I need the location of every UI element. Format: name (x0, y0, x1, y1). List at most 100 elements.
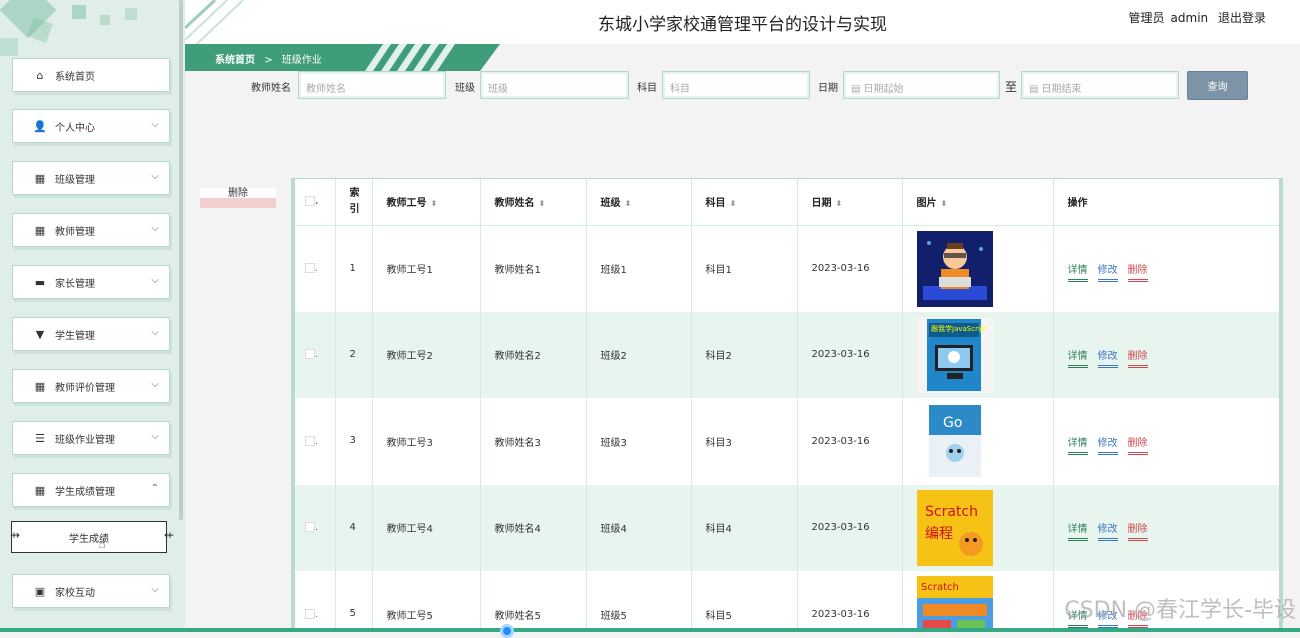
teacher-id-header[interactable]: 教师工号⬍ (372, 179, 480, 225)
breadcrumb-home[interactable]: 系统首页 (215, 55, 255, 66)
row-checkbox[interactable] (305, 522, 315, 532)
row-checkbox[interactable] (305, 436, 315, 446)
row-subject: 科目3 (691, 398, 797, 485)
teacher-name-input[interactable]: 教师姓名 (298, 71, 446, 99)
table-row: .2教师工号2教师姓名2班级2科目22023-03-16跟我学JavaScrip… (295, 312, 1279, 399)
detail-link[interactable]: 详情 (1068, 265, 1088, 282)
edit-link[interactable]: 修改 (1098, 265, 1118, 282)
class-header-label: 班级 (601, 198, 621, 209)
query-button[interactable]: 查询 (1187, 71, 1248, 100)
batch-delete-button[interactable]: 删除 (200, 188, 276, 208)
image-header[interactable]: 图片⬍ (902, 179, 1053, 225)
row-image[interactable]: Scratch (917, 576, 1039, 632)
class-input[interactable]: 班级 (480, 71, 629, 99)
detail-link[interactable]: 详情 (1068, 524, 1088, 541)
sidebar-item-5[interactable]: ▼学生管理⌵ (12, 317, 170, 351)
home-icon: ⌂ (33, 69, 47, 82)
sidebar-item-label: 学生成绩管理 (55, 483, 115, 498)
row-subject: 科目5 (691, 571, 797, 632)
grid-icon: ▦ (33, 224, 47, 237)
grid-icon: ▦ (33, 172, 47, 185)
row-checkbox[interactable] (305, 609, 315, 619)
row-checkbox[interactable] (305, 349, 315, 359)
logout-link[interactable]: 退出登录 (1218, 11, 1266, 25)
sidebar-subitem-student-scores[interactable]: ⇸ 学生成绩 ⇷ (11, 521, 167, 553)
row-image[interactable] (917, 231, 1039, 307)
flag-icon: ▼ (33, 328, 47, 341)
date-header-label: 日期 (812, 198, 832, 209)
sidebar-item-1[interactable]: 👤个人中心⌵ (12, 109, 170, 143)
row-select-cell: . (295, 225, 335, 312)
sidebar-item-3[interactable]: ▦教师管理⌵ (12, 213, 170, 247)
delete-link[interactable]: 删除 (1128, 438, 1148, 455)
row-class: 班级1 (586, 225, 691, 312)
sort-icon: ⬍ (730, 199, 737, 208)
date-end-input[interactable]: ▤日期结束 (1021, 71, 1179, 99)
row-teacher-name: 教师姓名3 (480, 398, 586, 485)
sidebar-item-4[interactable]: ▬家长管理⌵ (12, 265, 170, 299)
row-teacher-id: 教师工号5 (372, 571, 480, 632)
row-index: 5 (335, 571, 372, 632)
sidebar-item-2[interactable]: ▦班级管理⌵ (12, 161, 170, 195)
select-all-cell: . (295, 179, 335, 225)
chat-icon: ▬ (33, 276, 47, 289)
breadcrumb-text: 系统首页 > 班级作业 (215, 51, 322, 66)
date-header[interactable]: 日期⬍ (797, 179, 902, 225)
row-image[interactable]: Go (917, 403, 1039, 479)
date-start-input[interactable]: ▤日期起始 (843, 71, 1000, 99)
scroll-indicator[interactable] (500, 624, 514, 638)
row-ops: 详情修改删除 (1053, 225, 1279, 312)
chevron-down-icon: ⌵ (151, 584, 159, 595)
row-date: 2023-03-16 (797, 398, 902, 485)
sidebar-decoration (72, 5, 86, 19)
sidebar-item-7[interactable]: ☰班级作业管理⌵ (12, 421, 170, 455)
select-all-checkbox[interactable] (305, 196, 315, 206)
sidebar-item-9[interactable]: ▣家校互动⌵ (12, 574, 170, 608)
chevron-up-icon: ⌃ (151, 483, 159, 494)
class-header[interactable]: 班级⬍ (586, 179, 691, 225)
teacher-name-header[interactable]: 教师姓名⬍ (480, 179, 586, 225)
sidebar-item-label: 系统首页 (55, 68, 95, 83)
row-image[interactable]: Scratch编程 (917, 490, 1039, 566)
sidebar-item-label: 班级作业管理 (55, 431, 115, 446)
row-teacher-name: 教师姓名4 (480, 485, 586, 572)
date-label: 日期 (818, 79, 838, 94)
sidebar: ⌂系统首页👤个人中心⌵▦班级管理⌵▦教师管理⌵▬家长管理⌵▼学生管理⌵▦教师评价… (0, 0, 185, 632)
delete-link[interactable]: 删除 (1128, 524, 1148, 541)
edit-link[interactable]: 修改 (1098, 351, 1118, 368)
date-end-placeholder: 日期结束 (1041, 84, 1081, 95)
breadcrumb-separator: > (264, 55, 272, 66)
subject-label: 科目 (637, 79, 657, 94)
subject-placeholder: 科目 (670, 84, 690, 95)
row-teacher-id: 教师工号2 (372, 312, 480, 399)
delete-link[interactable]: 删除 (1128, 351, 1148, 368)
row-teacher-name: 教师姓名5 (480, 571, 586, 632)
svg-text:Go: Go (943, 415, 962, 431)
row-teacher-id: 教师工号3 (372, 398, 480, 485)
chevron-down-icon: ⌵ (151, 275, 159, 286)
user-icon: 👤 (33, 120, 47, 133)
watermark: CSDN @春江学长-毕设 (1064, 592, 1296, 624)
sidebar-item-0[interactable]: ⌂ 系统首页 (12, 58, 170, 92)
chevron-down-icon: ⌵ (151, 171, 159, 182)
row-teacher-id: 教师工号4 (372, 485, 480, 572)
row-checkbox[interactable] (305, 263, 315, 273)
edit-link[interactable]: 修改 (1098, 524, 1118, 541)
sidebar-item-6[interactable]: ▦教师评价管理⌵ (12, 369, 170, 403)
sidebar-item-label: 个人中心 (55, 119, 95, 134)
svg-text:Scratch: Scratch (921, 582, 959, 593)
row-subject: 科目4 (691, 485, 797, 572)
row-image[interactable]: 跟我学JavaScript (917, 317, 1039, 393)
row-teacher-name: 教师姓名1 (480, 225, 586, 312)
subject-header[interactable]: 科目⬍ (691, 179, 797, 225)
detail-link[interactable]: 详情 (1068, 438, 1088, 455)
detail-link[interactable]: 详情 (1068, 351, 1088, 368)
subject-input[interactable]: 科目 (662, 71, 810, 99)
sidebar-item-8[interactable]: ▦学生成绩管理⌃ (12, 473, 170, 507)
edit-link[interactable]: 修改 (1098, 438, 1118, 455)
sidebar-scrollbar[interactable] (179, 0, 183, 520)
sidebar-decoration (0, 38, 18, 56)
calendar-icon: ▤ (1029, 84, 1038, 95)
sort-icon: ⬍ (539, 199, 546, 208)
delete-link[interactable]: 删除 (1128, 265, 1148, 282)
